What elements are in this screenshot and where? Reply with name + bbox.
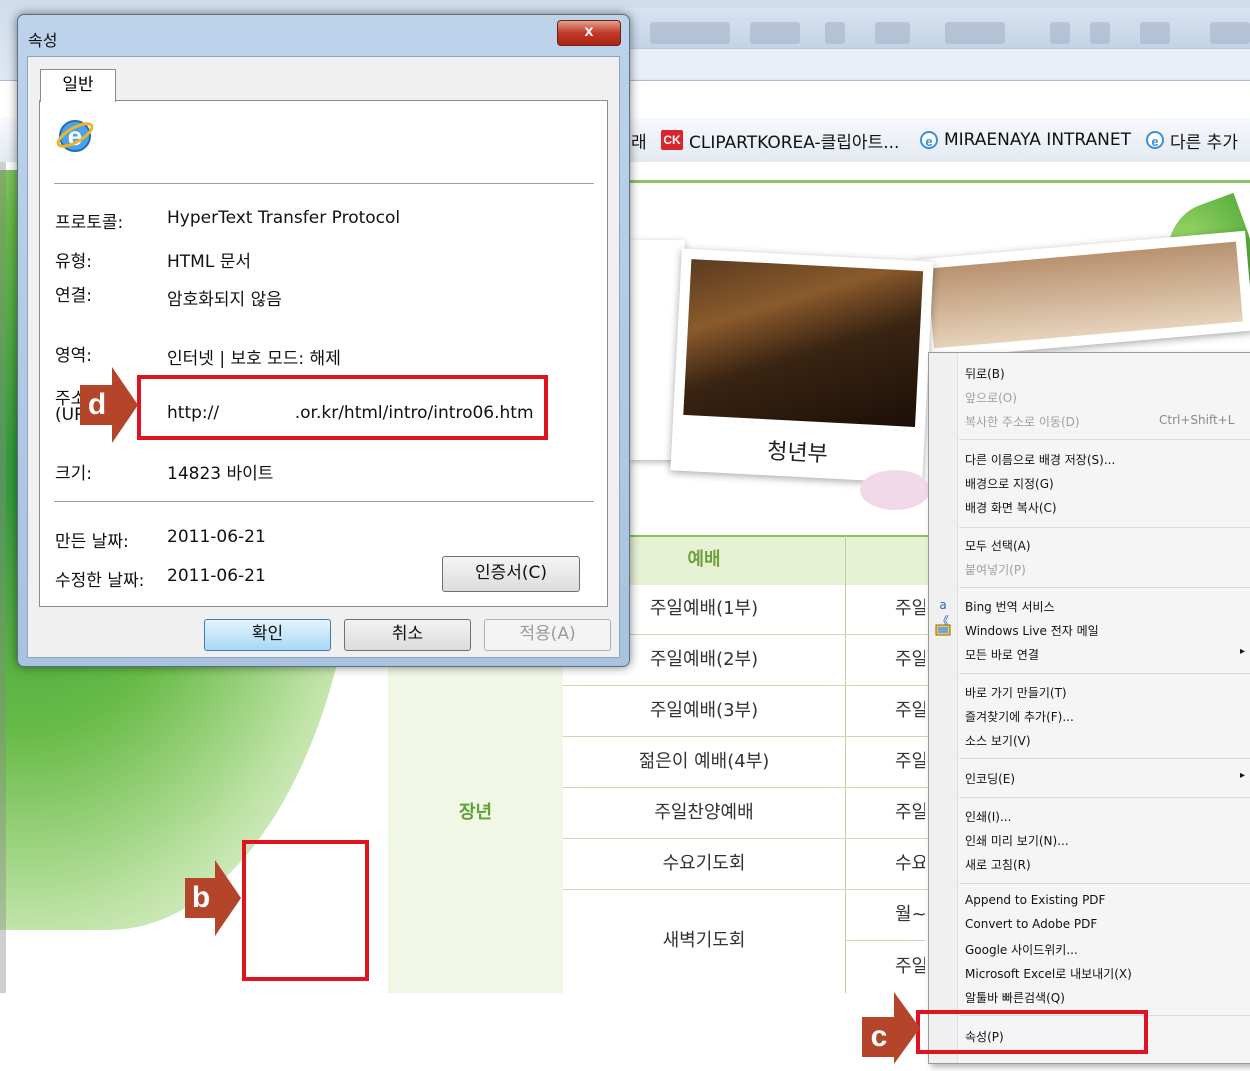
browser-command-bar [620,8,1250,48]
service-time: 월~ [845,889,925,941]
close-button[interactable]: x [557,20,621,46]
service-time: 수요 [895,853,925,874]
tab-general[interactable]: 일반 [40,69,116,102]
menu-item-back[interactable]: 뒤로(B) [965,365,1005,382]
menu-item-encoding[interactable]: 인코딩(E) [965,770,1015,787]
size-label: 크기: [55,464,93,484]
apply-button[interactable]: 적용(A) [484,619,611,651]
menu-item-set-as-background[interactable]: 배경으로 지정(G) [965,475,1054,492]
favorite-item-clipartkorea-label: CLIPARTKOREA-클립아트... [689,132,900,153]
pink-decoration [860,470,930,510]
internet-explorer-icon: e [55,115,95,155]
clipartkorea-logo-icon: CK [661,130,683,150]
menu-item-forward[interactable]: 앞으로(O) [965,389,1017,406]
menu-item-refresh[interactable]: 새로 고침(R) [965,856,1031,873]
service-name: 수요기도회 [662,853,746,874]
size-value: 14823 바이트 [167,464,274,484]
menu-item-append-pdf[interactable]: Append to Existing PDF [965,893,1105,907]
favorite-item-more-label: 다른 추가 [1170,132,1238,153]
menu-item-copy-background[interactable]: 배경 화면 복사(C) [965,499,1057,516]
annotation-box-d [137,375,548,440]
menu-item-create-shortcut[interactable]: 바로 가기 만들기(T) [965,684,1067,701]
page-header-line [620,180,1250,183]
service-time: 주일 [895,751,925,772]
window-left-edge [0,162,6,994]
menu-item-altoolbar-search[interactable]: 알툴바 빠른검색(Q) [965,989,1065,1006]
annotation-label-b: b [185,878,217,918]
annotation-label-d: d [80,385,114,425]
protocol-label: 프로토콜: [55,213,124,233]
zone-label: 영역: [55,346,93,366]
favorite-item-partial[interactable]: 래 [631,127,647,153]
certificate-button[interactable]: 인증서(C) [442,556,580,592]
properties-dialog: 속성 x 일반 e 프로토콜: HyperText Transfer Proto… [17,14,630,667]
service-time: 주일 [895,598,925,619]
connection-value: 암호화되지 않음 [167,290,282,310]
type-label: 유형: [55,252,93,272]
service-time: 주일 [895,649,925,670]
menu-item-go-to-copied-address[interactable]: 복사한 주소로 이동(D) [965,413,1080,430]
menu-item-bing-translate[interactable]: Bing 번역 서비스 [965,598,1055,615]
created-label: 만든 날짜: [55,532,129,552]
youth-band-photo [683,259,924,427]
connection-label: 연결: [55,286,93,306]
menu-item-windows-live-mail[interactable]: Windows Live 전자 메일 [965,622,1099,639]
dialog-title: 속성 [28,31,58,50]
service-time: 주일 [895,802,925,823]
protocol-value: HyperText Transfer Protocol [167,208,401,228]
schedule-row: 주일예배(3부) 주일 [563,685,928,737]
context-menu: 뒤로(B) 앞으로(O) 복사한 주소로 이동(D) Ctrl+Shift+L … [928,352,1250,1064]
schedule-group-label: 장년 [458,802,493,823]
annotation-box-b [242,840,369,981]
favorite-item-clipartkorea[interactable]: CK CLIPARTKOREA-클립아트... [661,127,899,153]
schedule-row: 수요기도회 수요 [563,838,928,890]
modified-label: 수정한 날짜: [55,571,145,591]
menu-item-convert-pdf[interactable]: Convert to Adobe PDF [965,917,1097,931]
dialog-body: 일반 e 프로토콜: HyperText Transfer Protocol 유… [27,56,620,658]
modified-value: 2011-06-21 [167,566,266,586]
annotation-label-c: c [862,1017,896,1057]
bing-translate-icon: a《 [936,598,949,628]
cancel-button[interactable]: 취소 [344,619,471,651]
menu-item-paste[interactable]: 붙여넣기(P) [965,561,1026,578]
schedule-row: 젊은이 예배(4부) 주일 [563,736,928,788]
browser-address-strip [620,48,1250,79]
zone-value: 인터넷 | 보호 모드: 해제 [167,349,341,369]
submenu-arrow-icon: ▸ [1239,646,1245,657]
created-value: 2011-06-21 [167,527,266,547]
menu-item-print[interactable]: 인쇄(I)... [965,808,1011,825]
windows-live-mail-icon [935,622,951,638]
schedule-row: 주일찬양예배 주일 [563,787,928,839]
menu-item-export-excel[interactable]: Microsoft Excel로 내보내기(X) [965,965,1132,982]
service-name: 새벽기도회 [662,930,746,951]
service-name: 젊은이 예배(4부) [638,751,770,772]
menu-item-google-sidewiki[interactable]: Google 사이드위키... [965,941,1078,958]
annotation-box-c [916,1010,1148,1054]
menu-item-view-source[interactable]: 소스 보기(V) [965,732,1031,749]
ie-page-icon: e [1146,131,1164,149]
photo-caption: 청년부 [766,439,829,468]
ok-button[interactable]: 확인 [204,619,331,651]
favorite-item-miraenaya[interactable]: e MIRAENAYA INTRANET [920,127,1131,153]
submenu-arrow-icon: ▸ [1239,770,1245,781]
tab-panel-general: e 프로토콜: HyperText Transfer Protocol 유형: … [39,100,608,607]
service-name: 주일찬양예배 [654,802,754,823]
menu-item-add-to-favorites[interactable]: 즐겨찾기에 추가(F)... [965,708,1074,725]
menu-shortcut: Ctrl+Shift+L [1159,413,1235,427]
service-name: 주일예배(3부) [649,700,759,721]
schedule-row: 새벽기도회 월~ 주일 [563,889,928,993]
photo-card-youth: 청년부 [670,248,934,484]
ie-page-icon: e [920,131,938,149]
type-value: HTML 문서 [167,252,251,272]
menu-item-select-all[interactable]: 모두 선택(A) [965,537,1031,554]
favorite-item-miraenaya-label: MIRAENAYA INTRANET [944,130,1132,150]
menu-item-print-preview[interactable]: 인쇄 미리 보기(N)... [965,832,1069,849]
favorite-item-partial-label: 래 [631,132,647,153]
service-time: 주일 [895,700,925,721]
service-time: 주일 [895,956,925,977]
favorite-item-more[interactable]: e 다른 추가 [1146,127,1238,153]
menu-item-all-accelerators[interactable]: 모든 바로 연결 [965,646,1039,663]
menu-item-save-background-as[interactable]: 다른 이름으로 배경 저장(S)... [965,451,1115,468]
